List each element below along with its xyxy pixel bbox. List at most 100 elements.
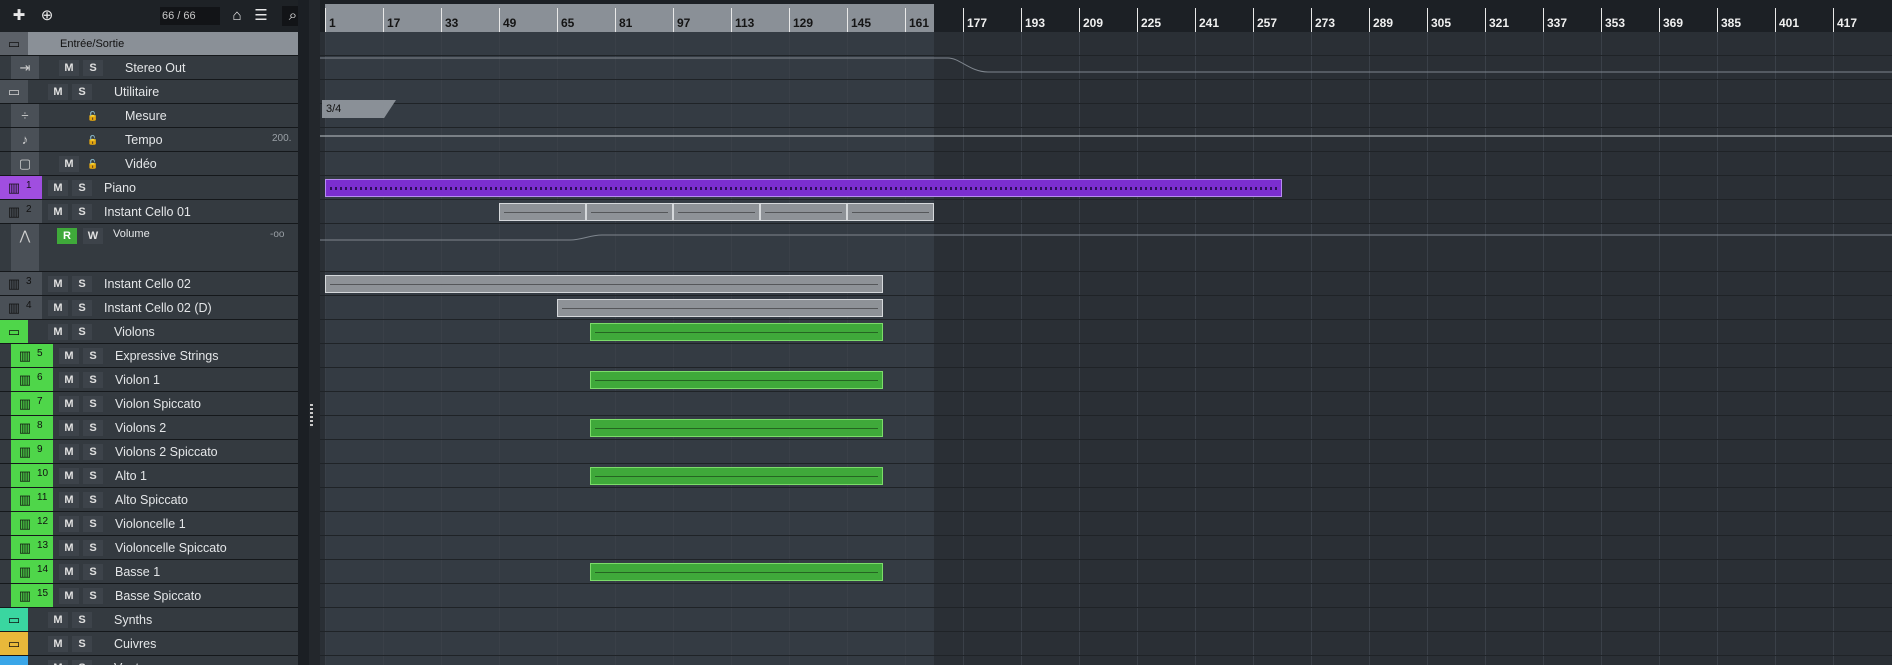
lock-icon[interactable]: 🔓 [83, 156, 103, 172]
read-button[interactable]: R [57, 228, 77, 244]
track-row-vents[interactable]: ▭ MS Vents [0, 656, 298, 665]
solo-button[interactable]: S [83, 492, 103, 508]
mute-button[interactable]: M [59, 348, 79, 364]
midi-part-piano[interactable] [325, 179, 1282, 197]
solo-button[interactable]: S [83, 420, 103, 436]
solo-button[interactable]: S [83, 540, 103, 556]
track-name[interactable]: Piano [104, 181, 136, 195]
track-name[interactable]: Violons [114, 325, 155, 339]
midi-part-basse1[interactable] [589, 563, 884, 581]
track-row-vcspic[interactable]: ▥ 13 M S Violoncelle Spiccato [0, 536, 298, 560]
track-name[interactable]: Alto 1 [115, 469, 147, 483]
solo-button[interactable]: S [83, 60, 103, 76]
track-name[interactable]: Violoncelle Spiccato [115, 541, 227, 555]
divider-grip-icon[interactable] [310, 404, 313, 428]
mute-button[interactable]: M [59, 516, 79, 532]
solo-button[interactable]: S [83, 348, 103, 364]
solo-button[interactable]: S [72, 636, 92, 652]
midi-part-cello02d[interactable] [557, 299, 884, 317]
search-icon[interactable]: ⌕ [282, 6, 298, 26]
track-row-violons2[interactable]: ▥ 8 M S Violons 2 [0, 416, 298, 440]
list-view-icon[interactable]: ☰ [250, 6, 272, 26]
track-row-piano[interactable]: ▥ 1 M S Piano [0, 176, 298, 200]
track-name[interactable]: Entrée/Sortie [60, 38, 124, 50]
track-row-cello01[interactable]: ▥ 2 M S Instant Cello 01 [0, 200, 298, 224]
track-name[interactable]: Violon Spiccato [115, 397, 201, 411]
mute-button[interactable]: M [59, 60, 79, 76]
snapshot-icon[interactable]: ⌂ [226, 6, 248, 26]
track-name[interactable]: Instant Cello 02 [104, 277, 191, 291]
track-name[interactable]: Instant Cello 02 (D) [104, 301, 212, 315]
track-row-automation[interactable]: ⋀ R W Volume -oo [0, 224, 298, 272]
track-name[interactable]: Tempo [125, 133, 163, 147]
track-name[interactable]: Violons 2 [115, 421, 166, 435]
mute-button[interactable]: M [48, 204, 68, 220]
tracklist-divider[interactable] [309, 0, 320, 665]
midi-part-cello01[interactable] [586, 203, 673, 221]
track-name[interactable]: Cuivres [114, 637, 156, 651]
track-row-cello02[interactable]: ▥ 3 M S Instant Cello 02 [0, 272, 298, 296]
track-row-expressive[interactable]: ▥ 5 M S Expressive Strings [0, 344, 298, 368]
mute-button[interactable]: M [59, 444, 79, 460]
track-row-tempo[interactable]: ♪ 🔓 Tempo 200. [0, 128, 298, 152]
mute-button[interactable]: M [48, 84, 68, 100]
midi-part-cello01[interactable] [499, 203, 586, 221]
track-row-stereo[interactable]: ⇥ M S Stereo Out [0, 56, 298, 80]
track-name[interactable]: Basse Spiccato [115, 589, 201, 603]
solo-button[interactable]: S [83, 564, 103, 580]
track-name[interactable]: Synths [114, 613, 152, 627]
solo-button[interactable]: S [72, 612, 92, 628]
track-row-synths[interactable]: ▭ M S Synths [0, 608, 298, 632]
lock-icon[interactable]: 🔓 [83, 132, 103, 148]
track-row-cello02d[interactable]: ▥ 4 M S Instant Cello 02 (D) [0, 296, 298, 320]
solo-button[interactable]: S [72, 300, 92, 316]
track-name[interactable]: Violoncelle 1 [115, 517, 186, 531]
mute-button[interactable]: M [59, 492, 79, 508]
mute-button[interactable]: M [48, 612, 68, 628]
track-row-bassespic[interactable]: ▥ 15 M S Basse Spiccato [0, 584, 298, 608]
mute-button[interactable]: M [59, 540, 79, 556]
track-name[interactable]: Instant Cello 01 [104, 205, 191, 219]
solo-button[interactable]: S [72, 660, 92, 665]
midi-part-cello01[interactable] [847, 203, 934, 221]
mute-button[interactable]: M [59, 564, 79, 580]
mute-button[interactable]: M [59, 588, 79, 604]
midi-part-cello01[interactable] [673, 203, 760, 221]
mute-button[interactable]: M [59, 468, 79, 484]
track-name[interactable]: Stereo Out [125, 61, 185, 75]
solo-button[interactable]: S [72, 276, 92, 292]
track-name[interactable]: Expressive Strings [115, 349, 219, 363]
solo-button[interactable]: S [83, 516, 103, 532]
lock-icon[interactable]: 🔓 [83, 108, 103, 124]
track-name[interactable]: Vidéo [125, 157, 157, 171]
track-name[interactable]: Basse 1 [115, 565, 160, 579]
track-row-violonspic[interactable]: ▥ 7 M S Violon Spiccato [0, 392, 298, 416]
track-row-cuivres[interactable]: ▭ M S Cuivres [0, 632, 298, 656]
midi-part-cello02[interactable] [325, 275, 884, 293]
track-name[interactable]: Vents [114, 661, 145, 665]
midi-part-cello01[interactable] [760, 203, 847, 221]
mute-button[interactable]: M [48, 300, 68, 316]
solo-button[interactable]: S [83, 372, 103, 388]
track-row-vc1[interactable]: ▥ 12 M S Violoncelle 1 [0, 512, 298, 536]
volume-automation-line[interactable] [320, 234, 1892, 241]
track-row-violons2spic[interactable]: ▥ 9 M S Violons 2 Spiccato [0, 440, 298, 464]
mute-button[interactable]: M [48, 276, 68, 292]
track-name[interactable]: Volume [113, 228, 150, 240]
solo-button[interactable]: S [83, 468, 103, 484]
track-name[interactable]: Utilitaire [114, 85, 159, 99]
track-row-alto1[interactable]: ▥ 10 M S Alto 1 [0, 464, 298, 488]
track-row-video[interactable]: ▢ M 🔓 Vidéo [0, 152, 298, 176]
solo-button[interactable]: S [83, 444, 103, 460]
solo-button[interactable]: S [83, 396, 103, 412]
mute-button[interactable]: M [59, 396, 79, 412]
mute-button[interactable]: M [59, 156, 79, 172]
stereo-out-automation-line[interactable] [320, 57, 1892, 73]
midi-part-alto1[interactable] [589, 467, 884, 485]
solo-button[interactable]: S [72, 204, 92, 220]
mute-button[interactable]: M [48, 660, 68, 665]
mute-button[interactable]: M [48, 636, 68, 652]
track-row-entree[interactable]: ▭ Entrée/Sortie [0, 32, 298, 56]
solo-button[interactable]: S [83, 588, 103, 604]
midi-part-violons[interactable] [589, 323, 884, 341]
